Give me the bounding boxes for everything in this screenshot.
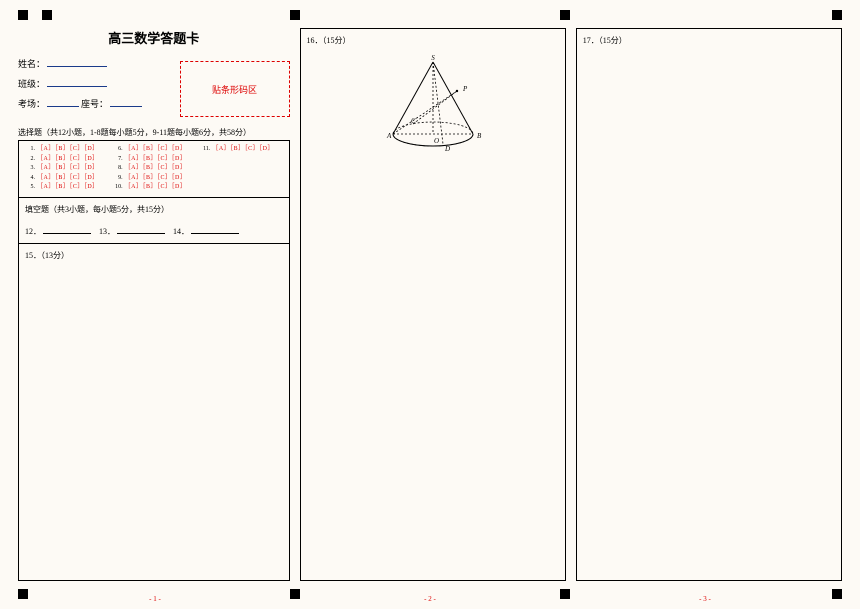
- sheet-title: 高三数学答题卡: [18, 28, 290, 47]
- mcq-header: 选择题（共12小题，1-8题每小题5分，9-11题每小题6分，共58分）: [18, 127, 290, 138]
- mcq-bubbles[interactable]: ［A］［B］［C］［D］: [125, 175, 187, 181]
- column-1: 高三数学答题卡 姓名： 班级： 考场： 座号： 贴条形: [18, 28, 290, 581]
- class-input-line[interactable]: [47, 77, 107, 87]
- q13-label: 13．: [99, 226, 115, 237]
- crop-marker: [42, 10, 52, 20]
- name-input-line[interactable]: [47, 57, 107, 67]
- crop-marker: [18, 10, 28, 20]
- mcq-num: 3.: [25, 164, 35, 174]
- name-label: 姓名：: [18, 55, 45, 75]
- mcq-bubbles[interactable]: ［A］［B］［C］［D］: [125, 184, 187, 190]
- mcq-bubbles[interactable]: ［A］［B］［C］［D］: [37, 156, 99, 162]
- page-number-1: - 1 -: [149, 595, 161, 603]
- label-A: A: [386, 132, 392, 140]
- column-2: 16．（15分） S P A B C O D: [300, 28, 566, 581]
- mcq-num: 7.: [113, 155, 123, 165]
- mcq-num: 4.: [25, 174, 35, 184]
- q12-input-line[interactable]: [43, 225, 91, 234]
- q12-label: 12．: [25, 226, 41, 237]
- crop-marker: [290, 589, 300, 599]
- barcode-label: 贴条形码区: [212, 83, 257, 96]
- crop-marker: [290, 10, 300, 20]
- q16-head: 16．（15分）: [307, 35, 559, 46]
- cone-figure: S P A B C O D: [373, 54, 493, 154]
- label-S: S: [431, 54, 435, 62]
- crop-marker: [560, 589, 570, 599]
- page-number-3: - 3 -: [699, 595, 711, 603]
- page-columns: 高三数学答题卡 姓名： 班级： 考场： 座号： 贴条形: [0, 0, 860, 609]
- q13-input-line[interactable]: [117, 225, 165, 234]
- column-3: 17．（15分）: [576, 28, 842, 581]
- seat-label: 座号：: [81, 95, 108, 115]
- fill-header: 填空题（共3小题，每小题5分，共15分）: [25, 204, 283, 215]
- mcq-bubbles[interactable]: ［A］［B］［C］［D］: [125, 156, 187, 162]
- mcq-bubbles[interactable]: ［A］［B］［C］［D］: [125, 146, 187, 152]
- info-fields: 姓名： 班级： 考场： 座号：: [18, 55, 172, 114]
- fill-box: 填空题（共3小题，每小题5分，共15分） 12． 13． 14．: [18, 198, 290, 244]
- barcode-area: 贴条形码区: [180, 61, 290, 117]
- room-input-line[interactable]: [47, 97, 79, 107]
- page-number-2: - 2 -: [424, 595, 436, 603]
- q14-input-line[interactable]: [191, 225, 239, 234]
- mcq-bubbles[interactable]: ［A］［B］［C］［D］: [37, 184, 99, 190]
- q17-head: 17．（15分）: [583, 35, 835, 46]
- class-label: 班级：: [18, 75, 45, 95]
- label-P: P: [462, 85, 468, 93]
- mcq-num: 5.: [25, 183, 35, 193]
- mcq-bubbles[interactable]: ［A］［B］［C］［D］: [125, 165, 187, 171]
- seat-input-line[interactable]: [110, 97, 142, 107]
- mcq-num: 9.: [113, 174, 123, 184]
- mcq-num: 8.: [113, 164, 123, 174]
- mcq-box: 1.［A］［B］［C］［D］ 2.［A］［B］［C］［D］ 3.［A］［B］［C…: [18, 140, 290, 198]
- label-C: C: [411, 117, 416, 125]
- mcq-num: 10.: [113, 183, 123, 193]
- mcq-num: 1.: [25, 145, 35, 155]
- label-O: O: [434, 137, 439, 145]
- mcq-bubbles[interactable]: ［A］［B］［C］［D］: [37, 146, 99, 152]
- q15-box: 15．（13分）: [18, 244, 290, 581]
- q15-head: 15．（13分）: [25, 250, 283, 261]
- crop-marker: [832, 589, 842, 599]
- mcq-num: 2.: [25, 155, 35, 165]
- crop-marker: [560, 10, 570, 20]
- label-D: D: [444, 145, 450, 153]
- q14-label: 14．: [173, 226, 189, 237]
- q16-box: 16．（15分） S P A B C O D: [300, 28, 566, 581]
- mcq-num: 11.: [200, 145, 210, 155]
- crop-marker: [18, 589, 28, 599]
- mcq-bubbles[interactable]: ［A］［B］［C］［D］: [37, 165, 99, 171]
- q17-box: 17．（15分）: [576, 28, 842, 581]
- mcq-bubbles[interactable]: ［A］［B］［C］［D］: [212, 146, 274, 152]
- label-B: B: [477, 132, 482, 140]
- mcq-num: 6.: [113, 145, 123, 155]
- student-info: 姓名： 班级： 考场： 座号： 贴条形码区: [18, 55, 290, 117]
- crop-marker: [832, 10, 842, 20]
- room-label: 考场：: [18, 95, 45, 115]
- mcq-bubbles[interactable]: ［A］［B］［C］［D］: [37, 175, 99, 181]
